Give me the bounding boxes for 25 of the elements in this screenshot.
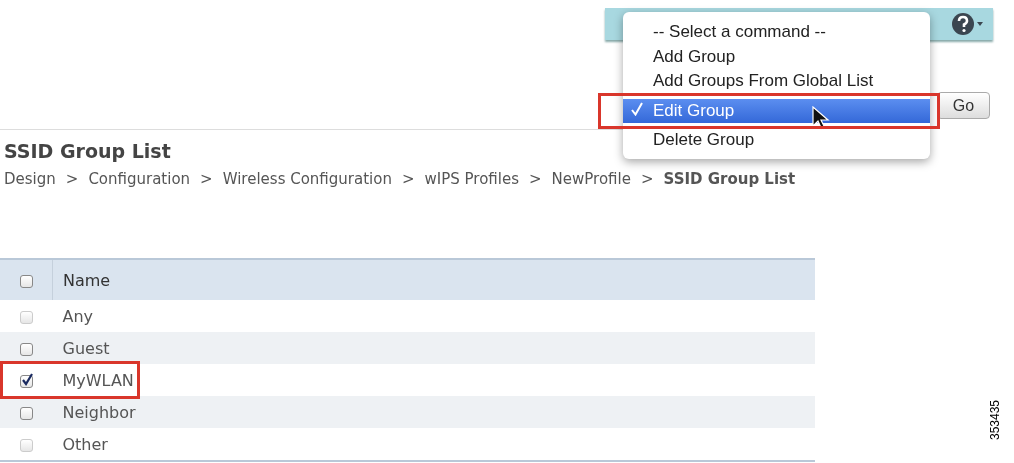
breadcrumb-separator: > [200,170,213,188]
breadcrumb-link[interactable]: NewProfile [551,170,631,188]
table-cell: MyWLAN [52,364,815,396]
column-header[interactable]: Name [52,259,815,300]
breadcrumb-separator: > [529,170,542,188]
menu-item[interactable]: -- Select a command -- [623,20,930,45]
breadcrumb-link[interactable]: Design [4,170,56,188]
menu-item[interactable]: Edit Group [623,98,930,123]
table-cell: Guest [52,332,815,364]
table-cell: Any [52,300,815,332]
breadcrumb-separator: > [640,170,654,188]
menu-item[interactable]: Add Group [623,44,930,69]
go-button[interactable]: Go [937,92,990,119]
breadcrumb-link[interactable]: Configuration [88,170,191,188]
breadcrumb-current: SSID Group List [663,170,796,188]
figure-number: 353435 [988,400,1002,441]
menu-item[interactable]: Add Groups From Global List [623,69,930,94]
breadcrumb-link[interactable]: Wireless Configuration [222,170,392,188]
table-cell: Neighbor [52,396,815,428]
breadcrumb-separator: > [401,170,415,188]
page-title: SSID Group List [3,139,171,162]
menu-item[interactable]: Delete Group [623,128,930,153]
table-cell: Other [52,428,815,461]
breadcrumb-link[interactable]: wIPS Profiles [424,170,519,188]
breadcrumb-separator: > [65,170,79,188]
